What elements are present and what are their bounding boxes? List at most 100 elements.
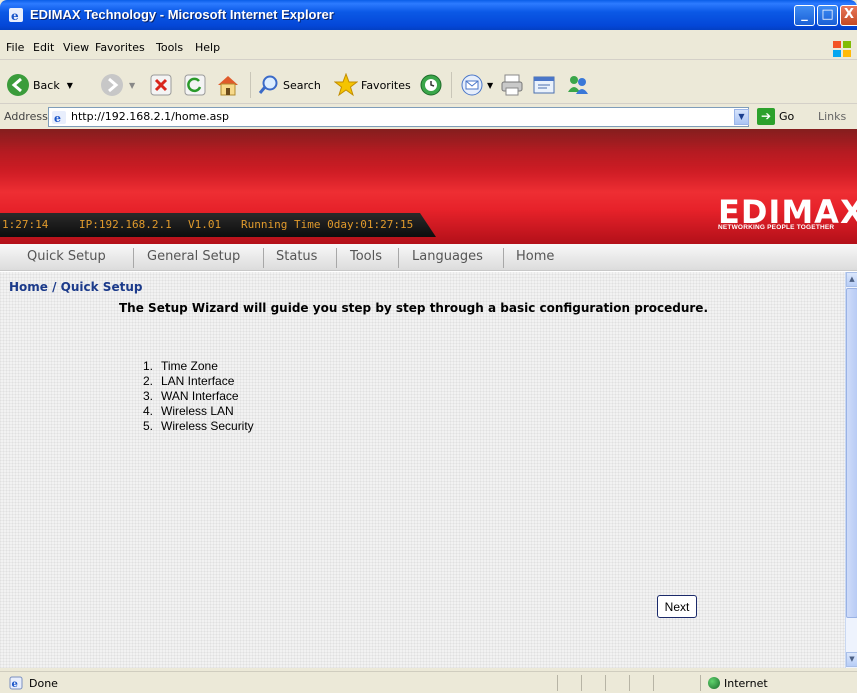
search-label: Search bbox=[283, 78, 321, 92]
refresh-button[interactable] bbox=[184, 72, 206, 98]
ip-text: IP:192.168.2.1 bbox=[79, 218, 172, 231]
favorites-star-icon bbox=[334, 73, 358, 97]
page-done-icon: e bbox=[9, 676, 23, 690]
step-label: Time Zone bbox=[161, 359, 218, 373]
nav-separator bbox=[503, 248, 504, 268]
favorites-label: Favorites bbox=[361, 78, 411, 92]
menu-file[interactable]: File bbox=[6, 41, 24, 54]
scroll-thumb[interactable] bbox=[846, 288, 857, 618]
menu-edit[interactable]: Edit bbox=[33, 41, 54, 54]
print-button[interactable] bbox=[500, 72, 524, 98]
next-button[interactable]: Next bbox=[657, 595, 697, 618]
address-bar: Address http://192.168.2.1/home.asp e ▼ … bbox=[0, 105, 857, 129]
back-label: Back bbox=[33, 78, 60, 92]
running-time-text: Running Time 0day:01:27:15 bbox=[241, 218, 414, 231]
stop-button[interactable] bbox=[150, 72, 172, 98]
step-label: LAN Interface bbox=[161, 374, 235, 388]
minimize-button[interactable]: _ bbox=[794, 5, 815, 26]
breadcrumb: Home / Quick Setup bbox=[9, 280, 143, 294]
menu-view[interactable]: View bbox=[63, 41, 89, 54]
step-number: 5. bbox=[142, 419, 153, 433]
step-label: Wireless LAN bbox=[161, 404, 234, 418]
search-icon bbox=[258, 75, 278, 94]
page-content: 1:27:14 IP:192.168.2.1 V1.01 Running Tim… bbox=[0, 129, 857, 668]
status-separator bbox=[700, 675, 701, 691]
status-separator bbox=[557, 675, 558, 691]
messenger-button[interactable] bbox=[566, 72, 590, 98]
nav-languages[interactable]: Languages bbox=[412, 249, 483, 264]
back-button[interactable]: Back ▼ bbox=[6, 72, 73, 98]
list-item: 3. WAN Interface bbox=[137, 389, 254, 404]
edit-page-icon bbox=[533, 76, 555, 94]
main-panel: Home / Quick Setup The Setup Wizard will… bbox=[0, 272, 845, 668]
favorites-button[interactable]: Favorites bbox=[334, 72, 411, 98]
security-zone: Internet bbox=[724, 677, 768, 690]
banner-sheen bbox=[0, 129, 857, 169]
step-number: 3. bbox=[142, 389, 153, 403]
wizard-intro: The Setup Wizard will guide you step by … bbox=[119, 301, 709, 315]
toolbar-separator bbox=[451, 72, 452, 98]
step-number: 1. bbox=[142, 359, 153, 373]
nav-separator bbox=[398, 248, 399, 268]
home-button[interactable] bbox=[216, 72, 240, 98]
home-icon bbox=[218, 76, 238, 96]
title-bar[interactable]: e EDIMAX Technology - Microsoft Internet… bbox=[0, 0, 857, 30]
status-separator bbox=[581, 675, 582, 691]
forward-dropdown-icon[interactable]: ▼ bbox=[129, 81, 135, 90]
svg-text:e: e bbox=[11, 9, 19, 23]
refresh-icon bbox=[184, 74, 206, 96]
messenger-icon bbox=[568, 76, 588, 94]
scroll-up-icon[interactable]: ▲ bbox=[846, 272, 857, 287]
status-separator bbox=[605, 675, 606, 691]
go-button[interactable]: ➔ Go bbox=[757, 108, 794, 125]
edit-button[interactable] bbox=[532, 72, 556, 98]
list-item: 2. LAN Interface bbox=[137, 374, 254, 389]
menu-favorites[interactable]: Favorites bbox=[95, 41, 145, 54]
windows-logo-icon bbox=[833, 41, 851, 57]
nav-general-setup[interactable]: General Setup bbox=[147, 249, 240, 264]
internet-zone-icon bbox=[708, 677, 720, 689]
links-button[interactable]: Links bbox=[818, 110, 846, 123]
history-button[interactable] bbox=[419, 72, 443, 98]
menu-help[interactable]: Help bbox=[195, 41, 220, 54]
router-banner: 1:27:14 IP:192.168.2.1 V1.01 Running Tim… bbox=[0, 129, 857, 244]
version-text: V1.01 bbox=[188, 218, 222, 231]
banner-status-strip: 1:27:14 IP:192.168.2.1 V1.01 Running Tim… bbox=[0, 213, 436, 237]
status-separator bbox=[629, 675, 630, 691]
scroll-down-icon[interactable]: ▼ bbox=[846, 652, 857, 667]
address-input[interactable]: http://192.168.2.1/home.asp bbox=[48, 107, 749, 127]
toolbar: Back ▼ ▼ Search Favorites ▼ bbox=[0, 66, 857, 104]
close-button[interactable]: X bbox=[840, 5, 857, 26]
nav-separator bbox=[133, 248, 134, 268]
mail-dropdown-icon[interactable]: ▼ bbox=[487, 81, 493, 90]
clock-text: 1:27:14 bbox=[2, 218, 49, 231]
wizard-steps: 1. Time Zone 2. LAN Interface 3. WAN Interf… bbox=[137, 359, 254, 434]
list-item: 5. Wireless Security bbox=[137, 419, 254, 434]
router-nav: Quick Setup General Setup Status Tools L… bbox=[0, 244, 857, 271]
go-arrow-icon: ➔ bbox=[757, 108, 775, 125]
nav-home[interactable]: Home bbox=[516, 249, 554, 264]
back-dropdown-icon[interactable]: ▼ bbox=[67, 81, 73, 90]
nav-separator bbox=[336, 248, 337, 268]
back-arrow-icon bbox=[7, 74, 29, 96]
list-item: 4. Wireless LAN bbox=[137, 404, 254, 419]
step-label: Wireless Security bbox=[161, 419, 254, 433]
nav-separator bbox=[263, 248, 264, 268]
address-dropdown-icon[interactable]: ▼ bbox=[734, 109, 749, 125]
maximize-button[interactable]: □ bbox=[817, 5, 838, 26]
forward-button[interactable]: ▼ bbox=[100, 72, 135, 98]
menu-bar: File Edit View Favorites Tools Help bbox=[0, 38, 857, 60]
step-number: 4. bbox=[142, 404, 153, 418]
menu-tools[interactable]: Tools bbox=[156, 41, 183, 54]
search-button[interactable]: Search bbox=[258, 72, 321, 98]
nav-tools[interactable]: Tools bbox=[350, 249, 382, 264]
window-title: EDIMAX Technology - Microsoft Internet E… bbox=[30, 7, 334, 22]
address-label: Address bbox=[4, 110, 48, 123]
go-label: Go bbox=[779, 110, 795, 123]
vertical-scrollbar[interactable]: ▲ ▼ bbox=[845, 272, 857, 668]
nav-quick-setup[interactable]: Quick Setup bbox=[27, 249, 106, 264]
nav-status[interactable]: Status bbox=[276, 249, 317, 264]
mail-button[interactable]: ▼ bbox=[460, 72, 493, 98]
browser-window: e EDIMAX Technology - Microsoft Internet… bbox=[0, 0, 857, 693]
edimax-tagline: NETWORKING PEOPLE TOGETHER bbox=[718, 224, 835, 231]
